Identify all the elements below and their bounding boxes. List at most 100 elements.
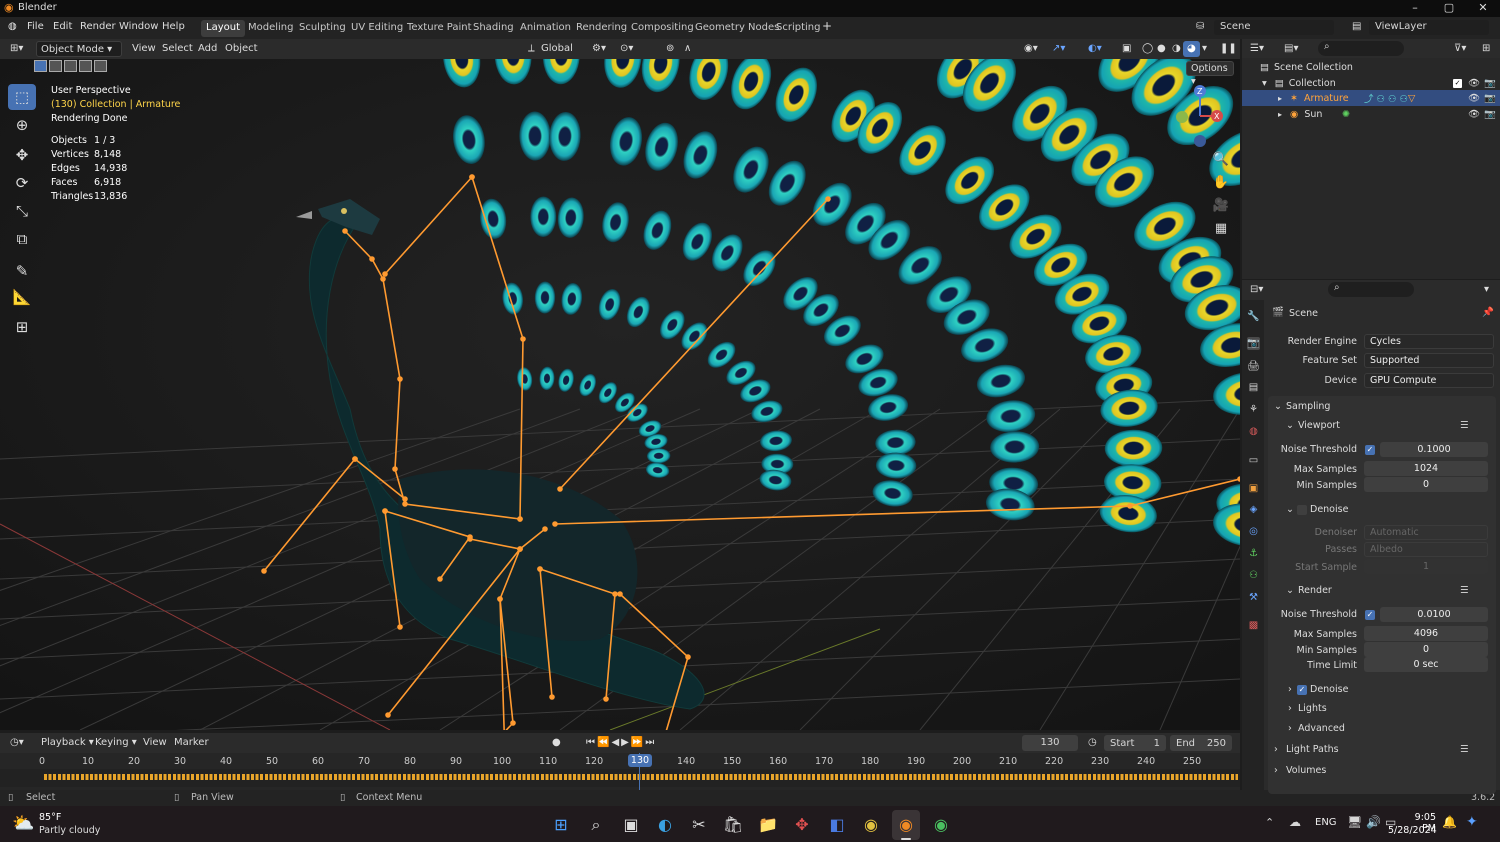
constraint-tab-icon[interactable]: ⚓ — [1247, 547, 1260, 560]
navigation-gizmo[interactable]: Z X — [1170, 80, 1230, 150]
tab-compositing[interactable]: Compositing — [626, 20, 699, 37]
tab-layout[interactable]: Layout — [201, 20, 245, 37]
sampling-header[interactable]: Sampling — [1286, 401, 1330, 412]
falloff-icon[interactable]: ∧ — [680, 41, 695, 57]
scene-tab-icon[interactable]: ⚘ — [1247, 403, 1260, 416]
snipping-tool-icon[interactable]: ✂ — [688, 814, 710, 836]
clock-icon[interactable]: ◷ — [1084, 735, 1101, 751]
vp-noise-field[interactable]: 0.1000 — [1380, 442, 1488, 457]
minimize-icon[interactable]: – — [1398, 0, 1432, 17]
overlay-icon[interactable]: ◐▾ — [1084, 41, 1106, 57]
start-frame-field[interactable]: Start 1 — [1104, 735, 1166, 751]
outliner-row-collection[interactable]: ▾ ▤ Collection ✓ 👁 📷 — [1242, 75, 1500, 91]
output-tab-icon[interactable]: 🖨 — [1247, 360, 1260, 373]
r-max-field[interactable]: 4096 — [1364, 626, 1488, 641]
render-tab-icon[interactable]: 📷 — [1247, 337, 1260, 350]
current-frame-field[interactable]: 130 — [1022, 735, 1078, 751]
measure-tool-icon[interactable]: 📐 — [8, 284, 36, 310]
select-new-icon[interactable] — [34, 60, 47, 72]
bone-tab-icon[interactable]: ⚒ — [1247, 591, 1260, 604]
outliner-editor-icon[interactable]: ☰▾ — [1246, 41, 1268, 57]
select-intersect-icon[interactable] — [94, 60, 107, 72]
expand-icon[interactable]: ▸ — [1278, 110, 1282, 119]
modifier-tab-icon[interactable]: ◈ — [1247, 503, 1260, 516]
select-extend-icon[interactable] — [49, 60, 62, 72]
light-paths-header[interactable]: Light Paths — [1286, 744, 1339, 755]
vp-noise-checkbox[interactable]: ✓ — [1365, 445, 1375, 455]
cursor-tool-icon[interactable]: ⊕ — [8, 112, 36, 138]
language-indicator[interactable]: ENG — [1315, 817, 1337, 828]
blender-taskbar-icon[interactable]: ◉ — [895, 814, 917, 836]
blender-menu-icon[interactable]: ◍ — [8, 21, 17, 32]
pin-icon[interactable]: 📌 — [1482, 307, 1494, 318]
store-icon[interactable]: 🛍 — [722, 814, 744, 836]
light-paths-expand-icon[interactable]: › — [1274, 744, 1278, 755]
end-frame-field[interactable]: End 250 — [1170, 735, 1232, 751]
playback-controls[interactable]: ⏮⏪◀▶⏩⏭ — [582, 735, 660, 751]
lights-expand-icon[interactable]: › — [1288, 703, 1292, 714]
render-camera-icon[interactable]: 📷 — [1484, 78, 1496, 89]
menu-keying[interactable]: Keying ▾ — [91, 735, 141, 751]
perspective-grid-icon[interactable]: ▦ — [1211, 219, 1231, 239]
object-tab-icon[interactable]: ▣ — [1247, 482, 1260, 495]
select-box-tool-icon[interactable]: ⬚ — [8, 84, 36, 110]
render-camera-icon[interactable]: 📷 — [1484, 93, 1496, 104]
pivot-icon[interactable]: ⚙▾ — [588, 41, 610, 57]
r-denoise-checkbox[interactable]: ✓ — [1297, 685, 1307, 695]
device-dropdown[interactable]: GPU Compute — [1364, 373, 1494, 388]
app2-icon[interactable]: ◧ — [826, 814, 848, 836]
task-view-icon[interactable]: ▣ — [620, 814, 642, 836]
menu-view[interactable]: View — [128, 41, 160, 57]
tab-modeling[interactable]: Modeling — [243, 20, 299, 37]
view-layer-tab-icon[interactable]: ▤ — [1247, 381, 1260, 394]
feature-set-dropdown[interactable]: Supported — [1364, 353, 1494, 368]
visibility-eye-icon[interactable]: 👁 — [1468, 109, 1480, 120]
properties-search-input[interactable]: ⌕ — [1328, 282, 1414, 297]
collection-tab-icon[interactable]: ▭ — [1247, 454, 1260, 467]
record-icon[interactable]: ● — [548, 735, 565, 751]
denoise-collapse-icon[interactable]: ⌄ — [1286, 504, 1294, 515]
xray-icon[interactable]: ▣ — [1118, 41, 1135, 57]
tab-shading[interactable]: Shading — [468, 20, 519, 37]
viewport-presets-icon[interactable]: ☰ — [1460, 420, 1469, 431]
chrome-icon[interactable]: ◉ — [860, 814, 882, 836]
visibility-icon[interactable]: ◉▾ — [1020, 41, 1042, 57]
weather-icon[interactable]: ⛅ — [12, 813, 34, 834]
viewport-collapse-icon[interactable]: ⌄ — [1286, 420, 1294, 431]
menu-playback[interactable]: Playback ▾ — [37, 735, 98, 751]
close-icon[interactable]: ✕ — [1466, 0, 1500, 17]
app-icon[interactable]: ✥ — [791, 814, 813, 836]
select-invert-icon[interactable] — [79, 60, 92, 72]
outliner-row-scene-collection[interactable]: ▤ Scene Collection — [1242, 59, 1500, 75]
display-mode-icon[interactable]: ▤▾ — [1280, 41, 1302, 57]
menu-timeline-view[interactable]: View — [139, 735, 171, 751]
r-denoise-expand-icon[interactable]: › — [1288, 684, 1292, 695]
view-layer-selector[interactable]: ViewLayer — [1369, 20, 1489, 35]
advanced-subheader[interactable]: Advanced — [1298, 723, 1345, 734]
add-workspace-icon[interactable]: + — [822, 19, 832, 33]
network-icon[interactable]: 🖥 — [1347, 815, 1362, 829]
playhead-frame[interactable]: 130 — [628, 754, 652, 767]
filter-icon[interactable]: ⊽▾ — [1450, 41, 1470, 57]
mode-selector[interactable]: Object Mode ▾ — [36, 41, 122, 57]
properties-options-icon[interactable]: ▾ — [1480, 282, 1493, 298]
r-min-field[interactable]: 0 — [1364, 642, 1488, 657]
outliner-row-sun[interactable]: ▸ ◉ Sun ✺ 👁 📷 — [1242, 106, 1500, 122]
transform-tool-icon[interactable]: ⧉ — [8, 226, 36, 252]
r-noise-checkbox[interactable]: ✓ — [1365, 610, 1375, 620]
volume-icon[interactable]: 🔊 — [1366, 815, 1381, 829]
new-collection-icon[interactable]: ⊞ — [1478, 41, 1494, 57]
outliner-row-armature[interactable]: ▸ ✶ Armature ⤴⚇⚇⚇ ▽ 👁 📷 — [1242, 90, 1500, 106]
options-dropdown[interactable]: Options ▾ — [1186, 61, 1234, 87]
time-limit-field[interactable]: 0 sec — [1364, 657, 1488, 672]
menu-add[interactable]: Add — [194, 41, 221, 57]
collapse-icon[interactable]: ▾ — [1262, 78, 1267, 89]
physics-tab-icon[interactable]: ◎ — [1247, 525, 1260, 538]
tab-scripting[interactable]: Scripting — [771, 20, 825, 37]
timeline-editor-icon[interactable]: ◷▾ — [6, 735, 28, 751]
expand-icon[interactable]: ▸ — [1278, 94, 1282, 103]
editor-type-icon[interactable]: ⊞▾ — [6, 41, 27, 57]
visibility-eye-icon[interactable]: 👁 — [1468, 93, 1480, 104]
menu-edit[interactable]: Edit — [53, 21, 72, 32]
advanced-expand-icon[interactable]: › — [1288, 723, 1292, 734]
